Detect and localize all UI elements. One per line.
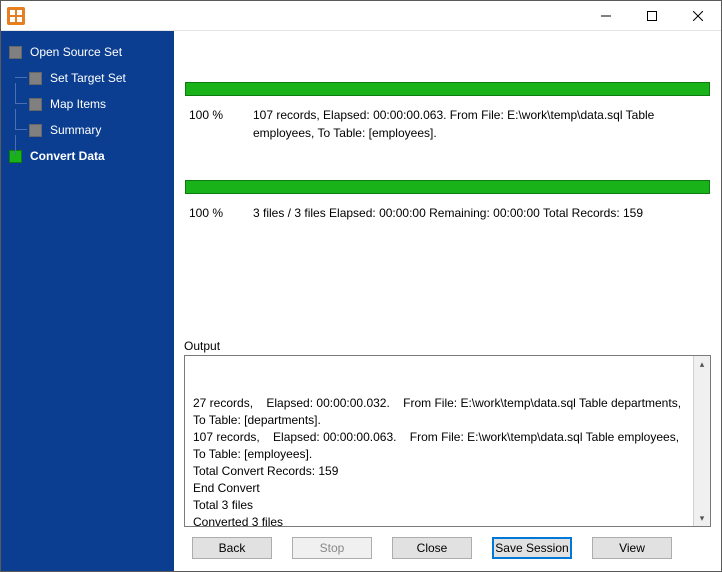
main-panel: 100 % 107 records, Elapsed: 00:00:00.063… bbox=[174, 31, 721, 571]
step-label: Open Source Set bbox=[30, 45, 122, 59]
titlebar bbox=[1, 1, 721, 31]
overall-progress-info: 100 % 3 files / 3 files Elapsed: 00:00:0… bbox=[185, 204, 710, 230]
scroll-up-icon[interactable]: ▴ bbox=[700, 356, 705, 372]
window-controls bbox=[583, 1, 721, 30]
step-node-icon bbox=[9, 46, 22, 59]
close-button[interactable] bbox=[675, 1, 721, 30]
step-map-items[interactable]: Map Items bbox=[29, 97, 166, 111]
wizard-steps: Open Source Set Set Target Set Map Items… bbox=[9, 45, 166, 175]
overall-progress-details: 3 files / 3 files Elapsed: 00:00:00 Rema… bbox=[253, 204, 706, 222]
app-window: Open Source Set Set Target Set Map Items… bbox=[0, 0, 722, 572]
view-button[interactable]: View bbox=[592, 537, 672, 559]
output-textarea[interactable]: 27 records, Elapsed: 00:00:00.032. From … bbox=[184, 355, 711, 527]
minimize-button[interactable] bbox=[583, 1, 629, 30]
step-node-icon bbox=[9, 150, 22, 163]
item-progress-bar bbox=[185, 82, 710, 96]
step-node-icon bbox=[29, 124, 42, 137]
item-progress-details: 107 records, Elapsed: 00:00:00.063. From… bbox=[253, 106, 706, 142]
overall-progress-percent: 100 % bbox=[189, 204, 253, 222]
step-node-icon bbox=[29, 72, 42, 85]
step-summary[interactable]: Summary bbox=[29, 123, 166, 137]
close-window-button[interactable]: Close bbox=[392, 537, 472, 559]
scroll-down-icon[interactable]: ▾ bbox=[700, 510, 705, 526]
body: Open Source Set Set Target Set Map Items… bbox=[1, 31, 721, 571]
footer-buttons: Back Stop Close Save Session View bbox=[184, 527, 711, 563]
back-button[interactable]: Back bbox=[192, 537, 272, 559]
item-progress-info: 100 % 107 records, Elapsed: 00:00:00.063… bbox=[185, 106, 710, 150]
step-label: Summary bbox=[50, 123, 101, 137]
step-label: Set Target Set bbox=[50, 71, 126, 85]
stop-button: Stop bbox=[292, 537, 372, 559]
output-text: 27 records, Elapsed: 00:00:00.032. From … bbox=[193, 395, 702, 527]
item-progress-percent: 100 % bbox=[189, 106, 253, 142]
step-open-source-set[interactable]: Open Source Set bbox=[9, 45, 166, 59]
item-progress-section: 100 % 107 records, Elapsed: 00:00:00.063… bbox=[184, 81, 711, 151]
app-icon bbox=[7, 7, 25, 25]
step-label: Convert Data bbox=[30, 149, 105, 163]
wizard-sidebar: Open Source Set Set Target Set Map Items… bbox=[1, 31, 174, 571]
step-label: Map Items bbox=[50, 97, 106, 111]
output-label: Output bbox=[184, 339, 711, 353]
step-node-icon bbox=[29, 98, 42, 111]
output-scrollbar[interactable]: ▴ ▾ bbox=[693, 356, 710, 526]
progress-area: 100 % 107 records, Elapsed: 00:00:00.063… bbox=[184, 39, 711, 237]
overall-progress-section: 100 % 3 files / 3 files Elapsed: 00:00:0… bbox=[184, 179, 711, 231]
step-convert-data[interactable]: Convert Data bbox=[9, 149, 166, 163]
overall-progress-bar bbox=[185, 180, 710, 194]
step-set-target-set[interactable]: Set Target Set bbox=[29, 71, 166, 85]
maximize-button[interactable] bbox=[629, 1, 675, 30]
spacer bbox=[184, 237, 711, 329]
save-session-button[interactable]: Save Session bbox=[492, 537, 572, 559]
titlebar-left bbox=[1, 7, 25, 25]
